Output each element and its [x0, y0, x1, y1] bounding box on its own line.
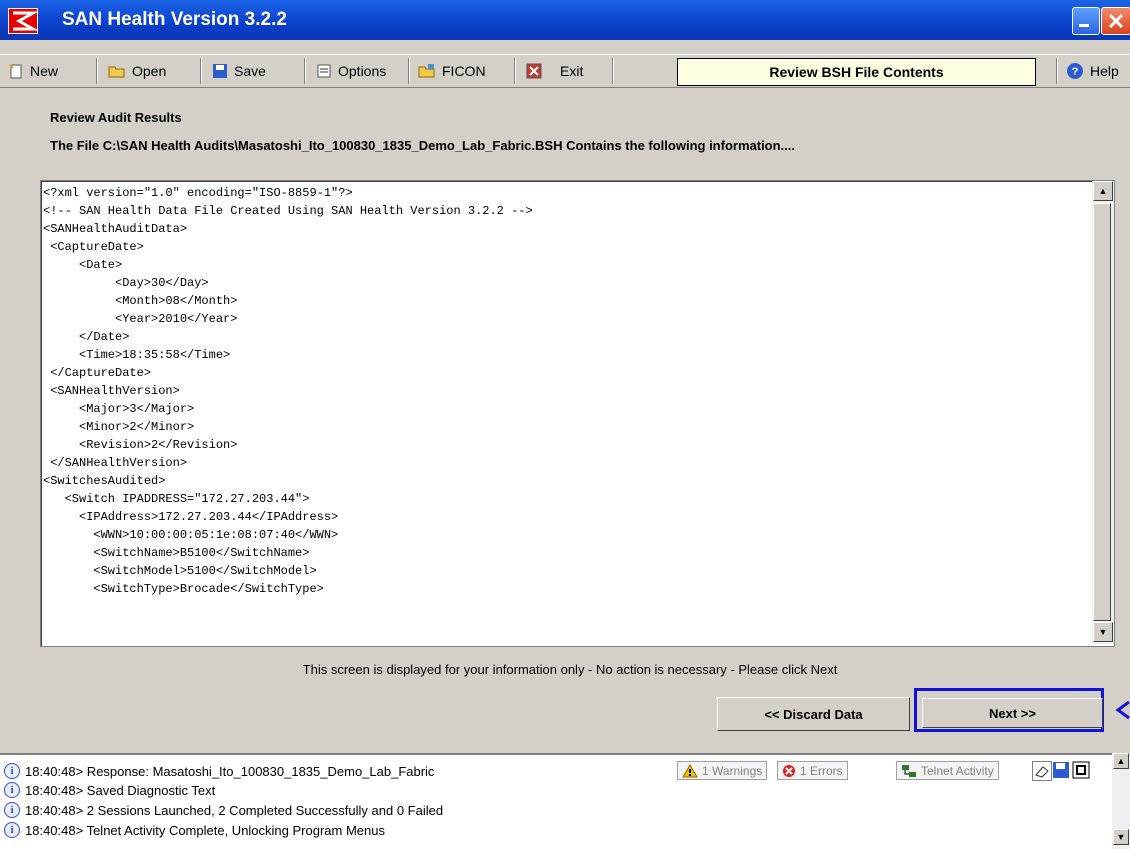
xml-scrollbar[interactable]: ▲ ▼	[1092, 181, 1114, 644]
log-line: i 18:40:48> 2 Sessions Launched, 2 Compl…	[4, 801, 443, 819]
toolbar-divider	[408, 58, 410, 84]
warnings-indicator[interactable]: 1 Warnings	[677, 761, 768, 780]
log-scrollbar[interactable]: ▲ ▼	[1112, 753, 1130, 849]
xml-line: <Month>08</Month>	[43, 294, 238, 308]
telnet-activity-indicator[interactable]: Telnet Activity	[896, 761, 999, 780]
xml-line: <WWN>10:00:00:05:1e:08:07:40</WWN>	[43, 528, 339, 542]
exit-button[interactable]: Exit	[526, 59, 583, 83]
window-title: SAN Health Version 3.2.2	[62, 9, 287, 30]
log-scroll-down-button[interactable]: ▼	[1113, 829, 1129, 845]
log-text: 18:40:48> 2 Sessions Launched, 2 Complet…	[25, 802, 444, 818]
exit-icon	[526, 63, 542, 79]
log-text: 18:40:48> Saved Diagnostic Text	[25, 782, 216, 798]
errors-label: 1 Errors	[800, 763, 843, 778]
xml-line: <Day>30</Day>	[43, 276, 209, 290]
arrow-pointer-icon	[1115, 700, 1130, 720]
xml-line: <SwitchName>B5100</SwitchName>	[43, 546, 310, 560]
xml-line: <SwitchModel>5100</SwitchModel>	[43, 564, 317, 578]
telnet-label: Telnet Activity	[921, 763, 994, 778]
open-folder-icon	[108, 66, 125, 78]
scroll-up-button[interactable]: ▲	[1093, 181, 1113, 201]
toolbar-divider	[96, 58, 98, 84]
open-label: Open	[132, 63, 167, 79]
xml-line: <Minor>2</Minor>	[43, 420, 195, 434]
open-button[interactable]: Open	[108, 59, 166, 83]
ficon-button[interactable]: FICON	[418, 59, 486, 83]
help-label: Help	[1090, 63, 1119, 79]
close-button[interactable]	[1101, 7, 1130, 35]
xml-content-panel[interactable]: <?xml version="1.0" encoding="ISO-8859-1…	[40, 180, 1115, 647]
help-icon: ?	[1067, 63, 1083, 79]
warnings-label: 1 Warnings	[702, 763, 763, 778]
xml-line: <!-- SAN Health Data File Created Using …	[43, 204, 533, 218]
xml-line: <CaptureDate>	[43, 240, 144, 254]
xml-line: </Date>	[43, 330, 130, 344]
info-icon: i	[4, 763, 20, 779]
info-icon: i	[4, 822, 20, 838]
log-panel: i 18:40:48> Response: Masatoshi_Ito_1008…	[0, 753, 1130, 851]
network-icon	[902, 764, 916, 777]
xml-text[interactable]: <?xml version="1.0" encoding="ISO-8859-1…	[43, 184, 1083, 642]
log-text: 18:40:48> Response: Masatoshi_Ito_100830…	[25, 763, 435, 779]
new-button[interactable]: New	[8, 59, 58, 83]
save-label: Save	[234, 63, 266, 79]
xml-line: <SwitchesAudited>	[43, 474, 166, 488]
scroll-down-button[interactable]: ▼	[1093, 622, 1113, 642]
file-info-text: The File C:\SAN Health Audits\Masatoshi_…	[50, 138, 796, 153]
ficon-label: FICON	[442, 63, 486, 79]
xml-line: <SwitchType>Brocade</SwitchType>	[43, 582, 324, 596]
warning-icon	[682, 763, 698, 777]
xml-line: </SANHealthVersion>	[43, 456, 188, 470]
errors-indicator[interactable]: 1 Errors	[777, 761, 848, 780]
log-text: 18:40:48> Telnet Activity Complete, Unlo…	[25, 822, 385, 838]
eraser-icon[interactable]	[1032, 761, 1052, 781]
exit-label: Exit	[560, 63, 584, 79]
toolbar-divider	[514, 58, 516, 84]
svg-text:?: ?	[1072, 66, 1079, 78]
xml-line: <Year>2010</Year>	[43, 312, 238, 326]
info-message: This screen is displayed for your inform…	[302, 662, 838, 677]
new-file-icon	[9, 64, 22, 79]
xml-line: <?xml version="1.0" encoding="ISO-8859-1…	[43, 186, 353, 200]
options-button[interactable]: Options	[316, 59, 386, 83]
save-button[interactable]: Save	[212, 59, 266, 83]
current-step-indicator: Review BSH File Contents	[677, 58, 1036, 86]
toolbar-divider	[612, 58, 614, 84]
info-icon: i	[4, 802, 20, 818]
xml-line: <Major>3</Major>	[43, 402, 195, 416]
help-button[interactable]: ? Help	[1066, 59, 1119, 83]
toolbar-divider	[1056, 58, 1058, 84]
xml-line: <SANHealthVersion>	[43, 384, 180, 398]
info-icon: i	[4, 782, 20, 798]
minimize-button[interactable]	[1072, 7, 1100, 35]
xml-line: <SANHealthAuditData>	[43, 222, 188, 236]
log-line: i 18:40:48> Telnet Activity Complete, Un…	[4, 821, 385, 839]
options-icon	[317, 64, 331, 78]
scroll-thumb[interactable]	[1093, 203, 1111, 621]
xml-line: <IPAddress>172.27.203.44</IPAddress>	[43, 510, 339, 524]
toolbar: New Open Save Options FICON Exit Review …	[0, 54, 1130, 88]
error-icon	[783, 764, 795, 777]
brocade-logo-icon	[8, 8, 39, 34]
xml-line: <Switch IPADDRESS="172.27.203.44">	[43, 492, 310, 506]
new-label: New	[30, 63, 59, 79]
save-log-icon[interactable]	[1052, 761, 1070, 779]
section-heading: Review Audit Results	[50, 110, 182, 125]
log-scroll-up-button[interactable]: ▲	[1113, 753, 1129, 769]
options-label: Options	[338, 63, 387, 79]
next-button[interactable]: Next >>	[922, 698, 1103, 728]
xml-line: <Revision>2</Revision>	[43, 438, 238, 452]
xml-line: <Time>18:35:58</Time>	[43, 348, 231, 362]
expand-log-icon[interactable]	[1072, 761, 1090, 779]
discard-data-button[interactable]: << Discard Data	[717, 697, 910, 731]
toolbar-divider	[304, 58, 306, 84]
save-icon	[213, 64, 227, 78]
toolbar-divider	[200, 58, 202, 84]
ficon-folder-icon	[418, 64, 435, 78]
log-line: i 18:40:48> Saved Diagnostic Text	[4, 781, 215, 799]
xml-line: </CaptureDate>	[43, 366, 152, 380]
log-line: i 18:40:48> Response: Masatoshi_Ito_1008…	[4, 762, 434, 780]
xml-line: <Date>	[43, 258, 123, 272]
